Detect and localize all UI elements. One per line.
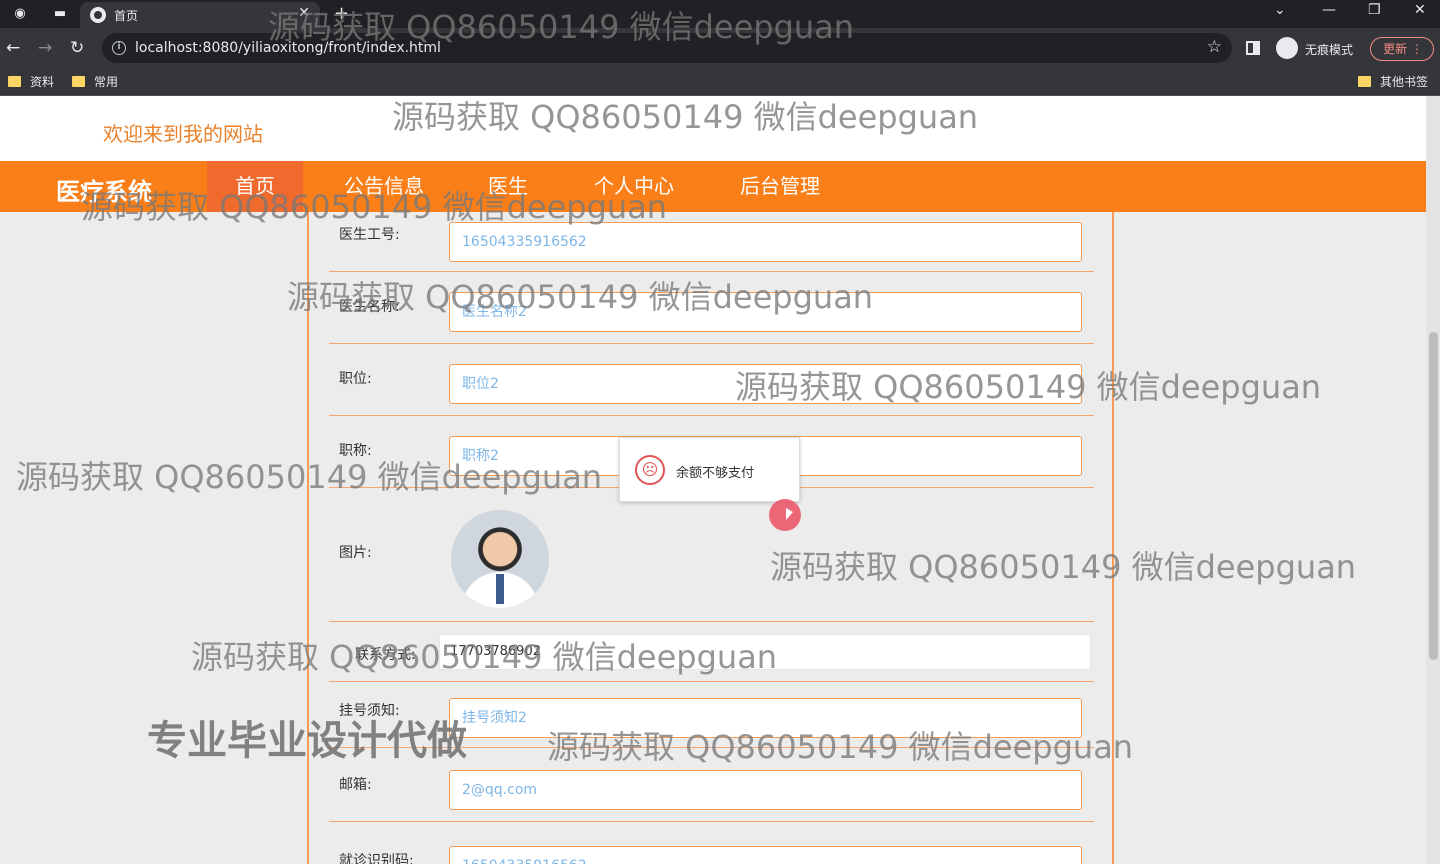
close-window-icon[interactable]: ✕	[1414, 2, 1426, 18]
position-input[interactable]: 职位2	[449, 364, 1082, 404]
site-info-icon[interactable]: i	[112, 41, 126, 55]
other-bookmarks-label: 其他书签	[1380, 75, 1429, 89]
other-bookmarks[interactable]: 其他书签	[1358, 74, 1428, 90]
bookmark-label: 资料	[30, 75, 55, 89]
row-visit-code: 就诊识别码: 16504335916562	[329, 822, 1094, 864]
email-input[interactable]: 2@qq.com	[449, 770, 1082, 810]
row-doctor-id: 医生工号: 16504335916562	[329, 212, 1094, 272]
update-label: 更新	[1383, 42, 1408, 56]
back-icon[interactable]: ←	[6, 38, 20, 58]
doctor-detail-form: 医生工号: 16504335916562 医生名称: 医生名称2 职位: 职位2…	[307, 212, 1114, 864]
sad-face-icon: ☹	[635, 455, 665, 485]
tab-window-icon[interactable]: ▬	[52, 6, 68, 22]
row-contact: 联系方式: 17703786902	[329, 622, 1094, 682]
folder-icon	[8, 76, 21, 87]
scrollbar-thumb[interactable]	[1429, 332, 1438, 660]
folder-icon	[1358, 76, 1371, 87]
doctor-name-label: 医生名称:	[339, 299, 400, 315]
browser-toolbar: ← → ↻ i localhost:8080/yiliaoxitong/fron…	[0, 28, 1440, 68]
bookmark-folder-changyong[interactable]: 常用	[72, 74, 118, 90]
bookmark-folder-ziliao[interactable]: 资料	[8, 74, 54, 90]
title-label: 职称:	[339, 443, 372, 459]
row-position: 职位: 职位2	[329, 344, 1094, 416]
doctor-id-label: 医生工号:	[339, 227, 400, 243]
nav-admin[interactable]: 后台管理	[712, 161, 848, 212]
nav-doctors[interactable]: 医生	[460, 161, 556, 212]
photo-label: 图片:	[339, 545, 372, 561]
row-photo: 图片:	[329, 488, 1094, 622]
email-label: 邮箱:	[339, 777, 372, 793]
nav-home[interactable]: 首页	[207, 161, 303, 212]
row-doctor-name: 医生名称: 医生名称2	[329, 272, 1094, 344]
close-tab-icon[interactable]: ✕	[298, 5, 310, 21]
doctor-id-input[interactable]: 16504335916562	[449, 222, 1082, 262]
restore-icon[interactable]: ❐	[1368, 2, 1381, 18]
bookmark-label: 常用	[94, 75, 119, 89]
bookmark-star-icon[interactable]: ☆	[1207, 37, 1222, 57]
url-text[interactable]: localhost:8080/yiliaoxitong/front/index.…	[135, 40, 441, 56]
contact-label: 联系方式:	[355, 647, 416, 663]
notice-input[interactable]: 挂号须知2	[449, 698, 1082, 738]
new-tab-icon[interactable]: +	[334, 3, 349, 24]
nav-announcements[interactable]: 公告信息	[316, 161, 452, 212]
tab-search-icon[interactable]: ⌄	[1274, 2, 1286, 18]
browser-tab[interactable]: 首页 ✕	[80, 2, 320, 28]
bookmarks-bar: 资料 常用 其他书签	[0, 68, 1440, 96]
reload-icon[interactable]: ↻	[70, 38, 84, 58]
doctor-photo	[451, 510, 549, 608]
visit-code-input[interactable]: 16504335916562	[449, 846, 1082, 864]
site-brand[interactable]: 医疗系统	[56, 172, 152, 207]
error-toast: ☹ 余额不够支付	[619, 437, 800, 502]
promo-watermark: 专业毕业设计代做	[147, 718, 467, 764]
browser-tab-strip: ◉ ▬ 首页 ✕ + ⌄ — ❐ ✕	[0, 0, 1440, 28]
globe-icon[interactable]: ◉	[12, 6, 28, 22]
forward-icon[interactable]: →	[38, 38, 52, 58]
welcome-text: 欢迎来到我的网站	[103, 122, 263, 146]
folder-icon	[72, 76, 85, 87]
page-viewport: 欢迎来到我的网站 医疗系统 首页 公告信息 医生 个人中心 后台管理 医生工号:…	[0, 96, 1440, 864]
minimize-icon[interactable]: —	[1322, 2, 1336, 18]
position-label: 职位:	[339, 371, 372, 387]
tab-title: 首页	[114, 9, 139, 23]
doctor-name-input[interactable]: 医生名称2	[449, 292, 1082, 332]
update-button[interactable]: 更新 ⋮	[1370, 37, 1434, 61]
welcome-header: 欢迎来到我的网站	[0, 96, 1426, 161]
photo-tie-shape	[496, 574, 504, 604]
incognito-icon	[1276, 37, 1298, 59]
visit-code-label: 就诊识别码:	[339, 853, 414, 864]
toast-message: 余额不够支付	[676, 466, 755, 481]
contact-input[interactable]: 17703786902	[439, 634, 1091, 670]
click-indicator	[769, 499, 801, 531]
nav-personal-center[interactable]: 个人中心	[566, 161, 702, 212]
favicon-icon	[90, 7, 106, 23]
address-bar[interactable]: i localhost:8080/yiliaoxitong/front/inde…	[102, 33, 1232, 63]
side-panel-icon[interactable]	[1246, 41, 1260, 55]
main-nav: 医疗系统 首页 公告信息 医生 个人中心 后台管理	[0, 161, 1426, 212]
incognito-label: 无痕模式	[1305, 43, 1354, 57]
